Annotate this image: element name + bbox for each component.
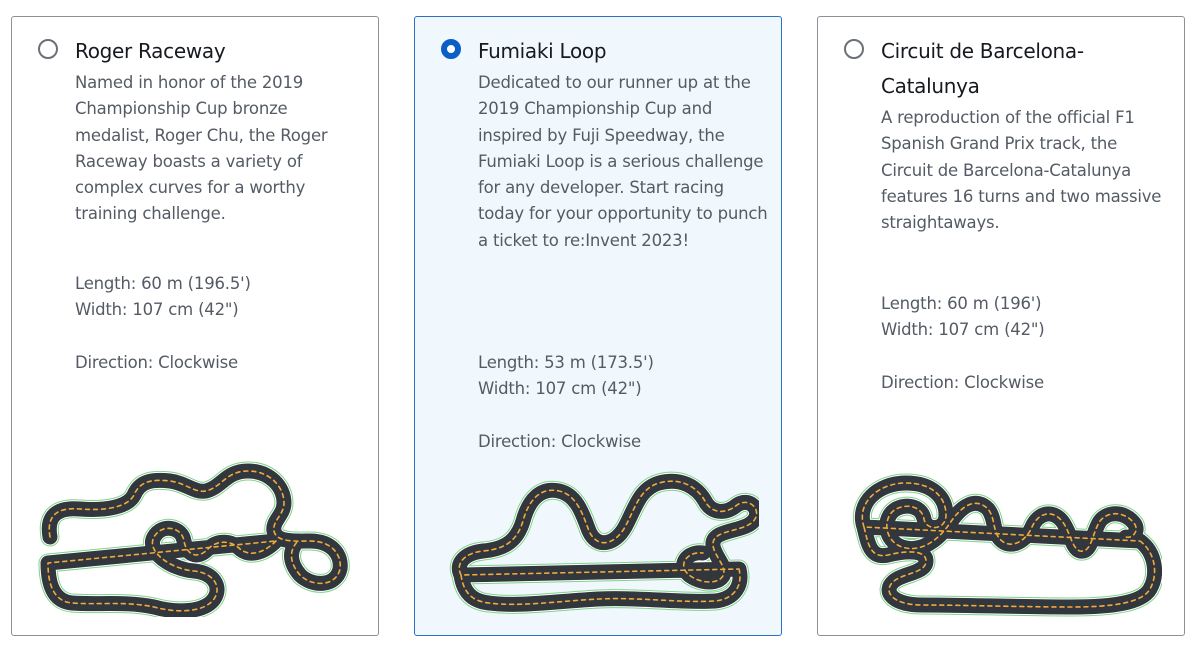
track-length: Length: 60 m (196.5') bbox=[75, 274, 251, 293]
track-title: Circuit de Barcelona-Catalunya bbox=[881, 39, 1084, 98]
radio-button-roger-raceway[interactable] bbox=[38, 39, 58, 59]
track-width: Width: 107 cm (42") bbox=[75, 300, 239, 319]
track-width: Width: 107 cm (42") bbox=[478, 379, 642, 398]
track-map-image bbox=[842, 457, 1162, 617]
track-description: Dedicated to our runner up at the 2019 C… bbox=[478, 73, 768, 250]
track-card-fumiaki-loop[interactable]: Fumiaki Loop Dedicated to our runner up … bbox=[414, 16, 782, 636]
track-map-image bbox=[439, 457, 759, 617]
track-direction: Direction: Clockwise bbox=[478, 432, 641, 451]
track-width: Width: 107 cm (42") bbox=[881, 320, 1045, 339]
track-title: Roger Raceway bbox=[75, 39, 226, 63]
track-description: A reproduction of the official F1 Spanis… bbox=[881, 108, 1162, 233]
track-card-roger-raceway[interactable]: Roger Raceway Named in honor of the 2019… bbox=[11, 16, 379, 636]
track-direction: Direction: Clockwise bbox=[881, 373, 1044, 392]
radio-button-fumiaki-loop[interactable] bbox=[441, 39, 461, 59]
track-card-circuit-de-barcelona-catalunya[interactable]: Circuit de Barcelona-Catalunya A reprodu… bbox=[817, 16, 1185, 636]
track-title: Fumiaki Loop bbox=[478, 39, 607, 63]
track-length: Length: 60 m (196') bbox=[881, 294, 1042, 313]
track-map-image bbox=[36, 457, 356, 617]
track-length: Length: 53 m (173.5') bbox=[478, 353, 654, 372]
track-direction: Direction: Clockwise bbox=[75, 353, 238, 372]
track-description: Named in honor of the 2019 Championship … bbox=[75, 73, 328, 224]
radio-button-circuit-de-barcelona-catalunya[interactable] bbox=[844, 39, 864, 59]
